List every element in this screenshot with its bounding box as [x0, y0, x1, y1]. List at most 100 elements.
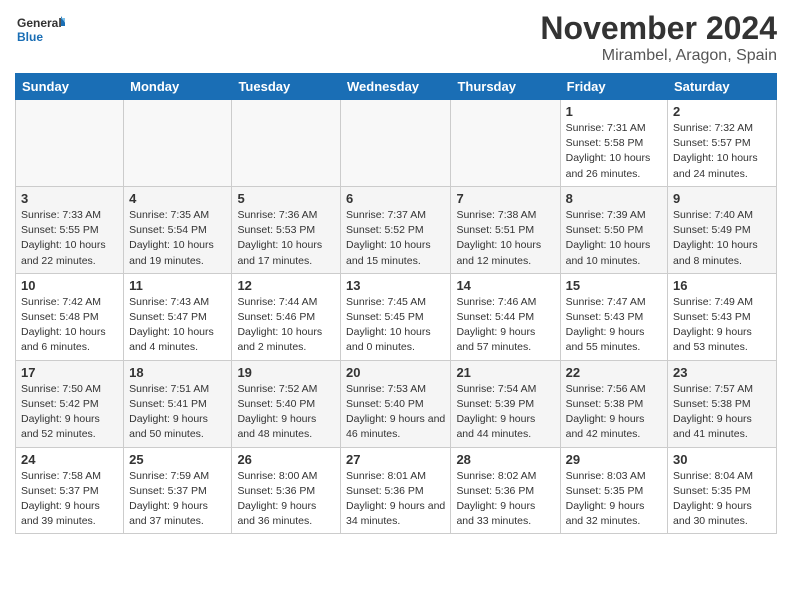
- calendar-cell: 8 Sunrise: 7:39 AM Sunset: 5:50 PM Daylig…: [560, 186, 667, 273]
- calendar-cell: 27 Sunrise: 8:01 AM Sunset: 5:36 PM Dayli…: [341, 447, 451, 534]
- col-friday: Friday: [560, 74, 667, 100]
- calendar-cell: 12 Sunrise: 7:44 AM Sunset: 5:46 PM Dayli…: [232, 273, 341, 360]
- col-wednesday: Wednesday: [341, 74, 451, 100]
- calendar-cell: 18 Sunrise: 7:51 AM Sunset: 5:41 PM Dayli…: [124, 360, 232, 447]
- day-info: Sunrise: 7:53 AM Sunset: 5:40 PM Dayligh…: [346, 382, 445, 443]
- day-info: Sunrise: 7:50 AM Sunset: 5:42 PM Dayligh…: [21, 382, 118, 443]
- day-info: Sunrise: 7:40 AM Sunset: 5:49 PM Dayligh…: [673, 208, 771, 269]
- calendar-cell: 13Sunrise: 7:45 AM Sunset: 5:45 PM Dayli…: [341, 273, 451, 360]
- calendar-cell: 4Sunrise: 7:35 AM Sunset: 5:54 PM Daylig…: [124, 186, 232, 273]
- day-number: 21: [456, 365, 554, 380]
- calendar-cell: 16 Sunrise: 7:49 AM Sunset: 5:43 PM Dayli…: [668, 273, 777, 360]
- calendar-cell: [124, 100, 232, 187]
- day-info: Sunrise: 7:58 AM Sunset: 5:37 PM Dayligh…: [21, 469, 118, 530]
- title-block: November 2024 Mirambel, Aragon, Spain: [540, 10, 777, 65]
- calendar-cell: 1 Sunrise: 7:31 AM Sunset: 5:58 PM Daylig…: [560, 100, 667, 187]
- calendar-cell: 9 Sunrise: 7:40 AM Sunset: 5:49 PM Daylig…: [668, 186, 777, 273]
- calendar-cell: 23 Sunrise: 7:57 AM Sunset: 5:38 PM Dayli…: [668, 360, 777, 447]
- day-info: Sunrise: 7:32 AM Sunset: 5:57 PM Dayligh…: [673, 121, 771, 182]
- day-number: 28: [456, 452, 554, 467]
- day-number: 2: [673, 104, 771, 119]
- day-info: Sunrise: 7:46 AM Sunset: 5:44 PM Dayligh…: [456, 295, 554, 356]
- calendar-cell: 20 Sunrise: 7:53 AM Sunset: 5:40 PM Dayli…: [341, 360, 451, 447]
- calendar-cell: [451, 100, 560, 187]
- day-number: 6: [346, 191, 445, 206]
- calendar-week-row: 10Sunrise: 7:42 AM Sunset: 5:48 PM Dayli…: [16, 273, 777, 360]
- day-number: 22: [566, 365, 662, 380]
- calendar-cell: 14 Sunrise: 7:46 AM Sunset: 5:44 PM Dayli…: [451, 273, 560, 360]
- day-info: Sunrise: 7:52 AM Sunset: 5:40 PM Dayligh…: [237, 382, 335, 443]
- day-number: 23: [673, 365, 771, 380]
- day-info: Sunrise: 7:33 AM Sunset: 5:55 PM Dayligh…: [21, 208, 118, 269]
- logo-svg: General Blue: [15, 10, 65, 50]
- day-number: 4: [129, 191, 226, 206]
- calendar-cell: 26Sunrise: 8:00 AM Sunset: 5:36 PM Dayli…: [232, 447, 341, 534]
- day-number: 10: [21, 278, 118, 293]
- day-number: 9: [673, 191, 771, 206]
- day-info: Sunrise: 8:01 AM Sunset: 5:36 PM Dayligh…: [346, 469, 445, 530]
- calendar-cell: 15 Sunrise: 7:47 AM Sunset: 5:43 PM Dayli…: [560, 273, 667, 360]
- calendar-cell: [16, 100, 124, 187]
- day-info: Sunrise: 8:03 AM Sunset: 5:35 PM Dayligh…: [566, 469, 662, 530]
- calendar-cell: 24 Sunrise: 7:58 AM Sunset: 5:37 PM Dayli…: [16, 447, 124, 534]
- day-number: 11: [129, 278, 226, 293]
- day-info: Sunrise: 7:36 AM Sunset: 5:53 PM Dayligh…: [237, 208, 335, 269]
- day-number: 18: [129, 365, 226, 380]
- calendar-cell: 29Sunrise: 8:03 AM Sunset: 5:35 PM Dayli…: [560, 447, 667, 534]
- calendar-week-row: 17 Sunrise: 7:50 AM Sunset: 5:42 PM Dayli…: [16, 360, 777, 447]
- day-number: 24: [21, 452, 118, 467]
- calendar-cell: 25Sunrise: 7:59 AM Sunset: 5:37 PM Dayli…: [124, 447, 232, 534]
- calendar-cell: [232, 100, 341, 187]
- calendar-cell: 2 Sunrise: 7:32 AM Sunset: 5:57 PM Daylig…: [668, 100, 777, 187]
- day-number: 12: [237, 278, 335, 293]
- day-number: 16: [673, 278, 771, 293]
- day-number: 20: [346, 365, 445, 380]
- day-info: Sunrise: 7:47 AM Sunset: 5:43 PM Dayligh…: [566, 295, 662, 356]
- day-info: Sunrise: 7:54 AM Sunset: 5:39 PM Dayligh…: [456, 382, 554, 443]
- calendar-cell: 22 Sunrise: 7:56 AM Sunset: 5:38 PM Dayli…: [560, 360, 667, 447]
- calendar-week-row: 1 Sunrise: 7:31 AM Sunset: 5:58 PM Daylig…: [16, 100, 777, 187]
- calendar-week-row: 24 Sunrise: 7:58 AM Sunset: 5:37 PM Dayli…: [16, 447, 777, 534]
- day-info: Sunrise: 7:51 AM Sunset: 5:41 PM Dayligh…: [129, 382, 226, 443]
- calendar-cell: 21 Sunrise: 7:54 AM Sunset: 5:39 PM Dayli…: [451, 360, 560, 447]
- calendar-cell: 6 Sunrise: 7:37 AM Sunset: 5:52 PM Daylig…: [341, 186, 451, 273]
- day-number: 14: [456, 278, 554, 293]
- day-number: 17: [21, 365, 118, 380]
- col-saturday: Saturday: [668, 74, 777, 100]
- col-tuesday: Tuesday: [232, 74, 341, 100]
- calendar-table: Sunday Monday Tuesday Wednesday Thursday…: [15, 73, 777, 534]
- day-info: Sunrise: 8:02 AM Sunset: 5:36 PM Dayligh…: [456, 469, 554, 530]
- day-number: 1: [566, 104, 662, 119]
- logo: General Blue: [15, 10, 65, 50]
- day-number: 8: [566, 191, 662, 206]
- day-number: 3: [21, 191, 118, 206]
- day-info: Sunrise: 7:49 AM Sunset: 5:43 PM Dayligh…: [673, 295, 771, 356]
- calendar-cell: 5Sunrise: 7:36 AM Sunset: 5:53 PM Daylig…: [232, 186, 341, 273]
- page-container: General Blue November 2024 Mirambel, Ara…: [0, 0, 792, 544]
- day-info: Sunrise: 7:31 AM Sunset: 5:58 PM Dayligh…: [566, 121, 662, 182]
- day-info: Sunrise: 8:04 AM Sunset: 5:35 PM Dayligh…: [673, 469, 771, 530]
- day-number: 30: [673, 452, 771, 467]
- day-info: Sunrise: 7:56 AM Sunset: 5:38 PM Dayligh…: [566, 382, 662, 443]
- day-info: Sunrise: 7:37 AM Sunset: 5:52 PM Dayligh…: [346, 208, 445, 269]
- col-monday: Monday: [124, 74, 232, 100]
- calendar-cell: 7Sunrise: 7:38 AM Sunset: 5:51 PM Daylig…: [451, 186, 560, 273]
- location: Mirambel, Aragon, Spain: [540, 47, 777, 65]
- day-info: Sunrise: 7:44 AM Sunset: 5:46 PM Dayligh…: [237, 295, 335, 356]
- calendar-cell: 28 Sunrise: 8:02 AM Sunset: 5:36 PM Dayli…: [451, 447, 560, 534]
- day-number: 15: [566, 278, 662, 293]
- calendar-week-row: 3 Sunrise: 7:33 AM Sunset: 5:55 PM Daylig…: [16, 186, 777, 273]
- svg-text:Blue: Blue: [17, 30, 43, 44]
- calendar-cell: 17 Sunrise: 7:50 AM Sunset: 5:42 PM Dayli…: [16, 360, 124, 447]
- day-info: Sunrise: 7:57 AM Sunset: 5:38 PM Dayligh…: [673, 382, 771, 443]
- day-info: Sunrise: 7:43 AM Sunset: 5:47 PM Dayligh…: [129, 295, 226, 356]
- calendar-header-row: Sunday Monday Tuesday Wednesday Thursday…: [16, 74, 777, 100]
- month-title: November 2024: [540, 10, 777, 47]
- day-info: Sunrise: 7:59 AM Sunset: 5:37 PM Dayligh…: [129, 469, 226, 530]
- calendar-cell: 10Sunrise: 7:42 AM Sunset: 5:48 PM Dayli…: [16, 273, 124, 360]
- svg-text:General: General: [17, 16, 62, 30]
- calendar-cell: [341, 100, 451, 187]
- day-info: Sunrise: 7:39 AM Sunset: 5:50 PM Dayligh…: [566, 208, 662, 269]
- day-number: 27: [346, 452, 445, 467]
- calendar-cell: 30 Sunrise: 8:04 AM Sunset: 5:35 PM Dayli…: [668, 447, 777, 534]
